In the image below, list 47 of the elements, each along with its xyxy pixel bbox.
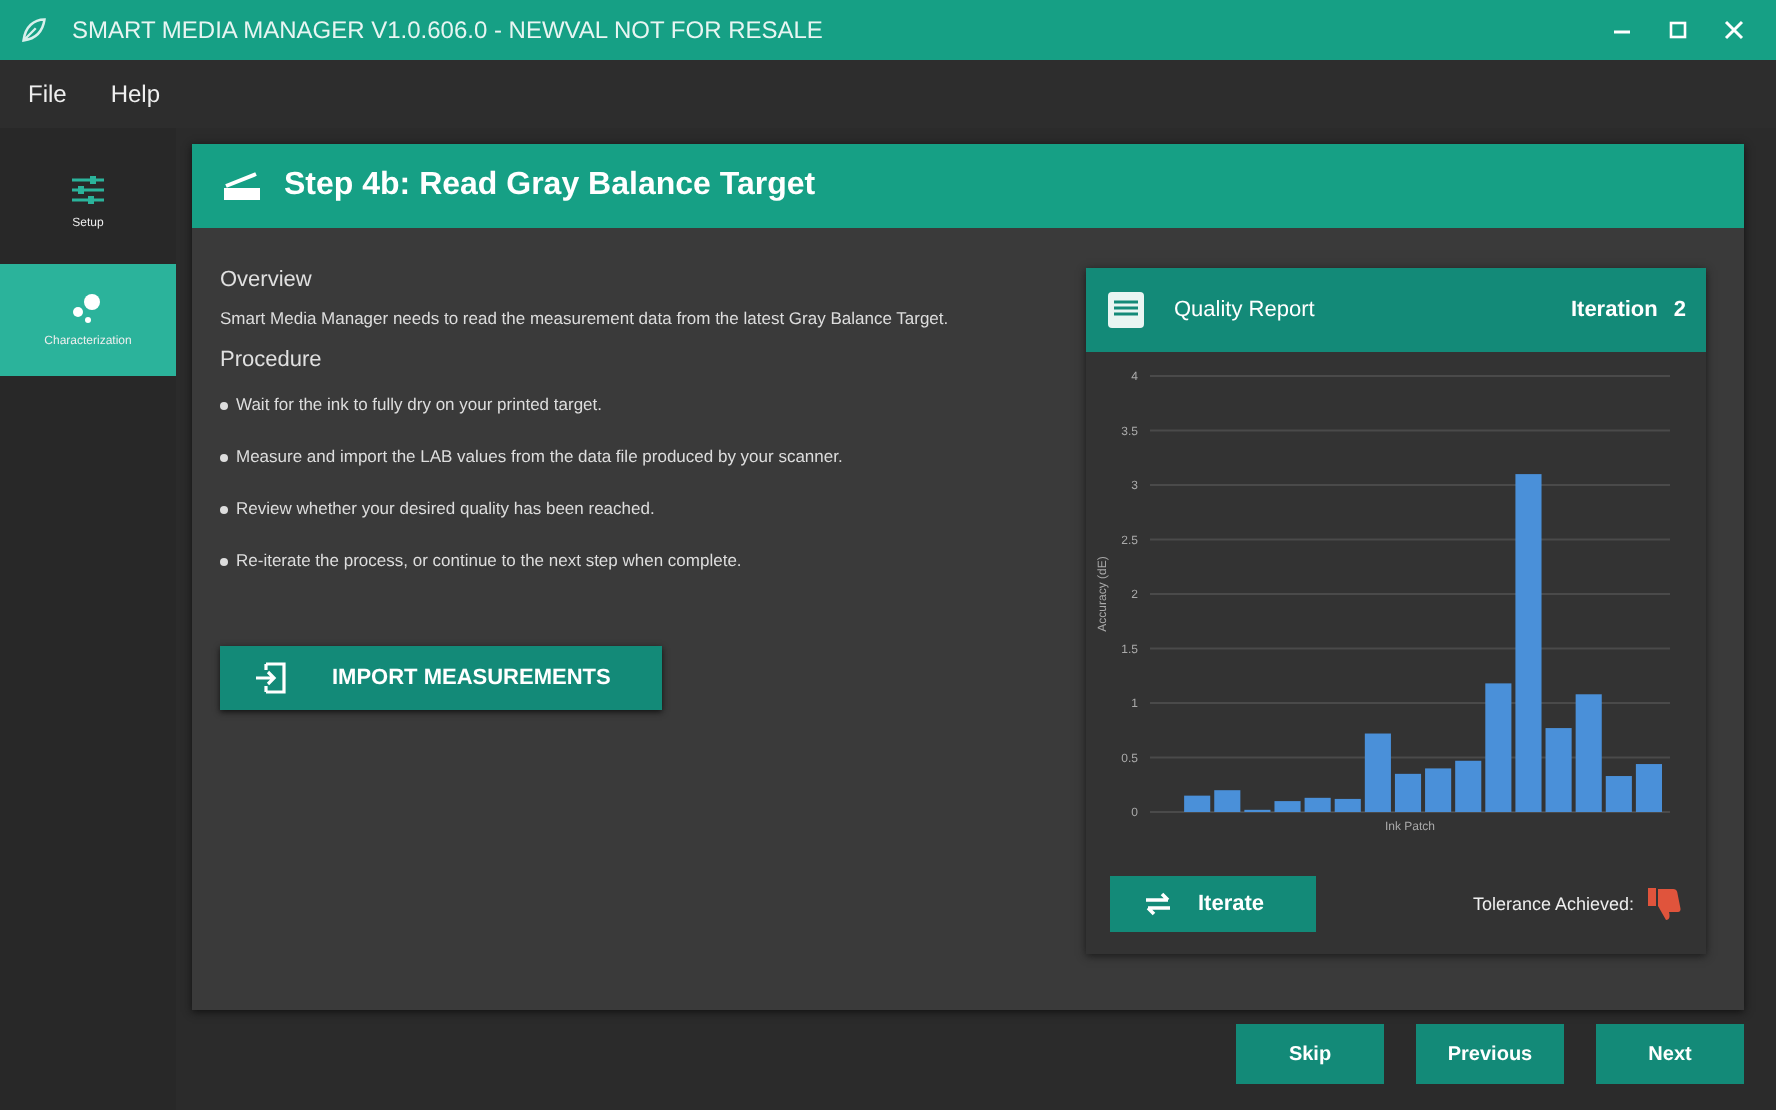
import-icon [252,660,288,697]
repeat-icon [1142,888,1174,920]
iteration-label: Iteration [1570,298,1658,322]
bullet-icon [220,505,228,514]
bar [1575,694,1602,812]
step-title: Step 4b: Read Gray Balance Target [284,168,816,204]
import-measurements-button[interactable]: IMPORT MEASUREMENTS [220,646,663,711]
overview-heading: Overview [220,268,314,292]
bar [1545,728,1572,812]
bar [1334,798,1361,812]
sliders-icon [70,174,106,206]
bar [1184,795,1211,812]
bar [1304,797,1331,812]
report-title: Quality Report [1174,298,1317,322]
bar [1635,764,1662,812]
footer-button[interactable]: Next [1596,1024,1744,1084]
close-icon[interactable] [1724,20,1744,40]
overview-text: Smart Media Manager needs to read the measurement data from the latest Gray Balance Target. [220,308,951,332]
footer-button[interactable]: Previous [1416,1024,1564,1084]
bar [1394,773,1422,812]
bar [1214,790,1241,812]
bar [1605,776,1632,812]
tolerance-label: Tolerance Achieved: [1472,894,1634,914]
bar [1455,760,1482,812]
procedure-step: Measure and import the LAB values from the data file produced by your scanner. [236,445,843,470]
procedure-step: Review whether your desired quality has been reached. [236,497,655,522]
maximize-icon[interactable] [1668,20,1688,40]
procedure-step: Re-iterate the process, or continue to the next step when complete. [236,549,742,573]
bullet-icon [220,453,228,462]
menu-item[interactable]: Help [110,80,161,108]
bar [1425,768,1452,812]
bullet-icon [220,401,228,410]
dots-icon [70,292,106,324]
bullet-icon [220,557,228,565]
footer-button[interactable]: Skip [1236,1024,1384,1084]
procedure-step: Wait for the ink to fully dry on your printed target. [236,393,602,418]
report-icon [1106,290,1146,330]
iteration-number: 2 [1673,298,1686,322]
bar [1274,801,1301,812]
menu-item[interactable]: File [28,80,67,108]
procedure-heading: Procedure [220,347,324,372]
leaf-icon [20,16,48,44]
bar [1485,683,1512,812]
scanner-icon [220,170,264,202]
iterate-button[interactable]: Iterate [1110,876,1317,932]
bar [1364,733,1391,812]
window-title: SMART MEDIA MANAGER V1.0.606.0 - NEWVAL NOT FOR RESALE [72,16,825,44]
